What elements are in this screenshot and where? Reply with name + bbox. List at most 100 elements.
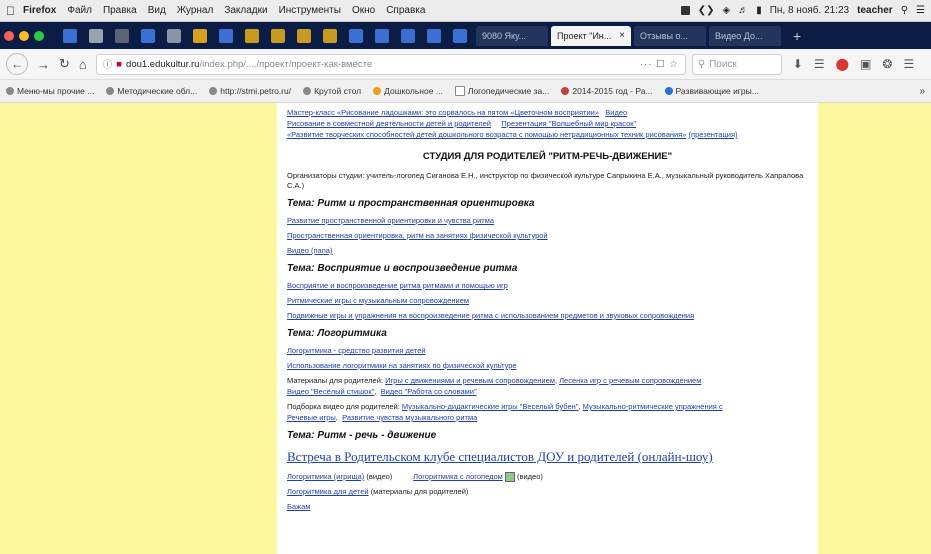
tab-active[interactable]: Проект "Ин... × bbox=[551, 25, 631, 46]
pinned-tab-5[interactable] bbox=[167, 28, 181, 43]
link-joint-drawing[interactable]: Рисование в совместной деятельности дете… bbox=[287, 119, 491, 128]
videos-link-3[interactable]: Речевые игры bbox=[287, 413, 336, 422]
pocket-icon[interactable]: ⬤ bbox=[836, 57, 849, 71]
theme-2-link-3[interactable]: Подвижные игры и упражнения на воспроизв… bbox=[287, 310, 808, 321]
menu-bookmarks[interactable]: Закладки bbox=[224, 5, 267, 16]
bottom-link-3[interactable]: Логоритмика для детей bbox=[287, 487, 369, 496]
theme-2-link-2[interactable]: Ритмические игры с музыкальным сопровожд… bbox=[287, 295, 808, 306]
apple-icon[interactable]:  bbox=[6, 4, 15, 18]
bookmark-7[interactable]: 2014-2015 год - Ра... bbox=[561, 86, 653, 96]
videos-link-4[interactable]: Развитие чувства музыкального ритма bbox=[342, 413, 477, 422]
link-creative-abilities[interactable]: «Развитие творческих способностей детей … bbox=[287, 130, 686, 139]
spotlight-icon[interactable]: ⚲ bbox=[901, 5, 908, 16]
back-icon[interactable]: ← bbox=[6, 53, 28, 75]
hamburger-menu-icon[interactable]: ☰ bbox=[903, 57, 914, 71]
wifi-icon[interactable]: ◈ bbox=[722, 5, 730, 16]
link-masterclass[interactable]: Мастер-класс «Рисование ладошками: это с… bbox=[287, 108, 599, 117]
theme-1-link-1[interactable]: Развитие пространственной ориентировки и… bbox=[287, 215, 808, 226]
bookmark-2[interactable]: Методические обл... bbox=[106, 86, 197, 96]
search-input[interactable]: ⚲ Поиск bbox=[691, 53, 782, 75]
pinned-tab-16[interactable] bbox=[453, 28, 467, 43]
theme-1-link-3[interactable]: Видео (папа) bbox=[287, 245, 808, 256]
theme-3-link-1[interactable]: Логоритмика - средство развития детей bbox=[287, 345, 808, 356]
pinned-tab-2[interactable] bbox=[89, 28, 103, 43]
pinned-tab-12[interactable] bbox=[349, 28, 363, 43]
pinned-tab-4[interactable] bbox=[141, 28, 155, 43]
clock-text[interactable]: Пн, 8 нояб. 21:23 bbox=[770, 5, 849, 16]
pinned-tab-10[interactable] bbox=[297, 28, 311, 43]
bookmark-1[interactable]: Меню-мы прочие ... bbox=[6, 86, 94, 96]
battery-icon[interactable]: ▮ bbox=[756, 5, 762, 16]
last-link[interactable]: Бажам bbox=[287, 501, 808, 512]
home-icon[interactable]: ⌂ bbox=[79, 57, 87, 72]
menu-history[interactable]: Журнал bbox=[177, 5, 214, 16]
link-presentation-2[interactable]: (презентация) bbox=[689, 130, 738, 139]
menu-help[interactable]: Справка bbox=[386, 5, 425, 16]
reload-icon[interactable]: ↻ bbox=[59, 56, 70, 72]
videos-link-2[interactable]: Музыкально-ритмические упражнения с bbox=[583, 402, 723, 411]
menu-edit[interactable]: Правка bbox=[103, 5, 137, 16]
library-icon[interactable]: ☰ bbox=[814, 57, 825, 71]
menu-file[interactable]: Файл bbox=[67, 5, 92, 16]
pinned-tab-15[interactable] bbox=[427, 28, 441, 43]
pinned-tab-7[interactable] bbox=[219, 28, 233, 43]
sidebar-icon[interactable]: ▣ bbox=[860, 57, 871, 71]
volume-icon[interactable]: ♬ bbox=[738, 5, 748, 16]
materials-video-1[interactable]: Видео "Весёлый стишок" bbox=[287, 387, 374, 396]
tab-3[interactable]: Видео До... bbox=[709, 25, 781, 46]
bookmark-4[interactable]: Крутой стол bbox=[303, 86, 361, 96]
more-bookmarks-icon[interactable]: » bbox=[919, 86, 925, 97]
search-icon: ⚲ bbox=[697, 58, 706, 70]
info-icon[interactable]: ⓘ bbox=[103, 57, 113, 71]
bottom-link-2[interactable]: Логоритмика с логопедом bbox=[413, 472, 503, 481]
theme-4-heading: Тема: Ритм - речь - движение bbox=[287, 430, 437, 441]
pinned-tab-13[interactable] bbox=[375, 28, 389, 43]
airdrop-icon[interactable]: ❮❯ bbox=[698, 5, 715, 16]
close-window-icon[interactable] bbox=[4, 30, 14, 41]
forward-icon[interactable]: → bbox=[37, 57, 50, 72]
videos-link-1[interactable]: Музыкально-дидактические игры "Веселый б… bbox=[402, 402, 579, 411]
bottom-link-1[interactable]: Логоритмика (игрища) bbox=[287, 472, 364, 481]
url-bar[interactable]: ⓘ ■ dou1.edukultur.ru /index.php/..../пр… bbox=[95, 53, 686, 75]
menu-tools[interactable]: Инструменты bbox=[279, 5, 341, 16]
menu-view[interactable]: Вид bbox=[148, 5, 166, 16]
pinned-tab-3[interactable] bbox=[115, 28, 129, 43]
bookmark-3[interactable]: http://stmi.petro.ru/ bbox=[209, 86, 291, 96]
menu-app[interactable]: Firefox bbox=[23, 5, 56, 16]
pinned-tab-1[interactable] bbox=[63, 28, 77, 43]
materials-link-2[interactable]: Лесенка игр с речевым сопровождением bbox=[559, 376, 701, 385]
pinned-tab-8[interactable] bbox=[245, 28, 259, 43]
organizers-text: Организаторы студии: учитель-логопед Сиг… bbox=[287, 171, 804, 190]
tab-2[interactable]: Отзывы о... bbox=[634, 25, 706, 46]
theme-2-link-1[interactable]: Восприятие и воспроизведение ритма ритма… bbox=[287, 280, 808, 291]
materials-link-1[interactable]: Игры с движениями и речевым сопровождени… bbox=[385, 376, 555, 385]
bookmark-5[interactable]: Дошкольное ... bbox=[373, 86, 443, 96]
extension-icon[interactable]: ❂ bbox=[882, 57, 892, 71]
status-app-icon[interactable] bbox=[680, 6, 690, 15]
materials-video-2[interactable]: Видео "Работа со словами" bbox=[381, 387, 477, 396]
pinned-tab-11[interactable] bbox=[323, 28, 337, 43]
parents-club-link[interactable]: Встреча в Родительском клубе специалисто… bbox=[287, 449, 808, 465]
link-video-1[interactable]: Видео bbox=[605, 108, 627, 117]
pinned-tab-9[interactable] bbox=[271, 28, 285, 43]
download-icon[interactable]: ⬇ bbox=[793, 57, 803, 71]
zoom-window-icon[interactable] bbox=[34, 30, 44, 41]
tab-1[interactable]: 9080 Яку... bbox=[476, 25, 548, 46]
menu-list-icon[interactable]: ☰ bbox=[916, 5, 925, 16]
url-actions[interactable]: ··· ☐ ☆ bbox=[640, 59, 679, 70]
menu-window[interactable]: Окно bbox=[352, 5, 375, 16]
minimize-window-icon[interactable] bbox=[19, 30, 29, 41]
link-presentation[interactable]: Презентация "Волшебный мир красок" bbox=[501, 119, 636, 128]
bookmark-8[interactable]: Развивающие игры... bbox=[664, 86, 759, 96]
pinned-tab-6[interactable] bbox=[193, 28, 207, 43]
theme-3-link-2[interactable]: Использование логоритмики на занятиях по… bbox=[287, 360, 808, 371]
bookmark-6[interactable]: Логопедические за... bbox=[454, 86, 549, 96]
user-name[interactable]: teacher bbox=[857, 5, 893, 16]
close-tab-icon[interactable]: × bbox=[619, 30, 625, 41]
theme-1-link-2[interactable]: Пространственная ориентировка, ритм на з… bbox=[287, 230, 808, 241]
video-thumb-icon[interactable] bbox=[504, 472, 515, 483]
pinned-tab-14[interactable] bbox=[401, 28, 415, 43]
bottom-row-1: Логоритмика (игрища) (видео) Логоритмика… bbox=[287, 471, 808, 483]
bottom-note-2: (видео) bbox=[516, 472, 543, 481]
new-tab-icon[interactable]: + bbox=[793, 28, 801, 44]
